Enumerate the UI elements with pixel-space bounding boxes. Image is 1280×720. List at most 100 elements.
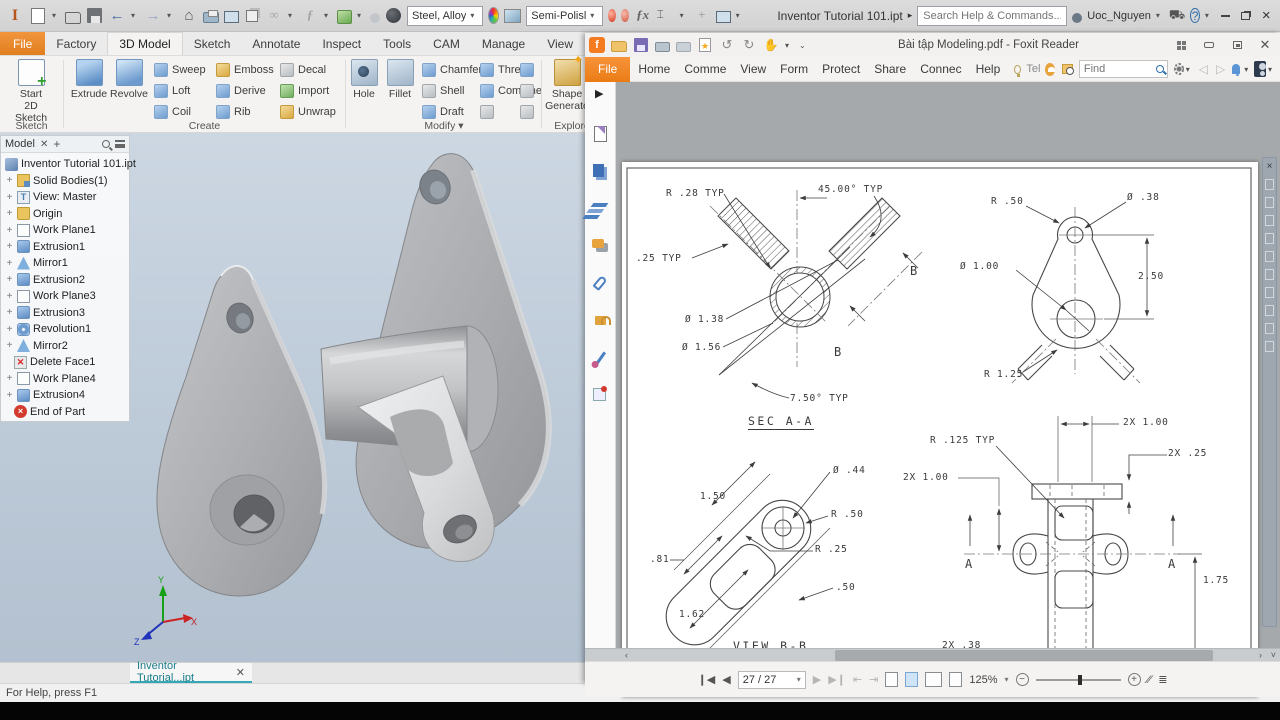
zoom-slider[interactable] [1036,679,1121,681]
more-tools-icon[interactable]: ≣ [1158,673,1167,686]
expander-icon[interactable]: + [5,208,14,219]
expander-icon[interactable]: + [5,390,14,401]
inventor-restore-button[interactable] [1238,7,1253,25]
foxit-menu-comment[interactable]: Comme [678,62,732,76]
tree-item-work-plane1[interactable]: + Work Plane1 [1,222,129,238]
avatar-dropdown[interactable]: ▾ [1268,65,1276,74]
browser-add-tab-icon[interactable]: + [53,137,60,151]
expander-icon[interactable]: + [5,274,14,285]
search-folder-icon[interactable] [1062,64,1073,74]
loft-button[interactable]: Loft [154,81,206,101]
parameters-dropdown[interactable]: ▾ [324,11,332,20]
tab-factory[interactable]: Factory [45,32,107,55]
add-qat-icon[interactable]: + [693,7,711,25]
expander-icon[interactable]: + [5,225,14,236]
foxit-undo-icon[interactable]: ↺ [719,37,735,53]
continuous-view-icon[interactable] [949,672,962,687]
layers-panel-icon[interactable] [591,203,609,207]
nav-back-icon[interactable]: ◁ [1196,62,1211,76]
annotation-tool-icon[interactable] [1265,269,1274,280]
derive-button[interactable]: Derive [216,81,274,101]
prev-page-icon[interactable]: ◀ [722,673,730,686]
shell-button[interactable]: Shell [422,81,482,101]
prev-view-icon[interactable]: ⇤ [853,673,862,686]
foxit-redo-icon[interactable]: ↻ [741,37,757,53]
last-page-icon[interactable]: ▶❙ [828,673,846,686]
extrude-button[interactable]: Extrude [67,59,111,100]
tree-item-delete-face1[interactable]: ✕ Delete Face1 [1,354,129,370]
tree-item-root[interactable]: Inventor Tutorial 101.ipt [1,156,129,172]
save-icon[interactable] [87,8,102,23]
measure-dropdown[interactable]: ▾ [680,11,688,20]
tab-manage[interactable]: Manage [471,32,536,55]
annotation-tool-icon[interactable] [1265,179,1274,190]
pages-panel-icon[interactable] [593,164,604,177]
link-icon[interactable]: ∞ [265,7,283,25]
tree-item-view-master[interactable]: + T View: Master [1,189,129,205]
annotation-tool-icon[interactable] [1265,341,1274,352]
user-dropdown[interactable]: ▾ [1156,11,1164,20]
tree-item-mirror1[interactable]: + Mirror1 [1,255,129,271]
sidebar-expand-icon[interactable]: ▶ [595,87,603,100]
help-dropdown[interactable]: ▾ [1205,11,1213,20]
foxit-logo-icon[interactable]: f [589,37,605,53]
page-box-dropdown[interactable]: ▾ [797,675,801,684]
collaborate-icon[interactable] [370,13,380,23]
expander-icon[interactable]: + [5,307,14,318]
parameters-icon[interactable]: ƒ [301,7,319,25]
measure-tools-icon[interactable]: ⁄⁄ [1148,674,1152,686]
switch-windows-icon[interactable] [716,11,731,23]
find-search-icon[interactable] [1156,65,1164,73]
new-file-dropdown[interactable]: ▾ [52,11,60,20]
store-cart-icon[interactable]: ⛟ [1169,7,1185,25]
print-icon[interactable] [203,12,219,23]
browser-menu-icon[interactable] [115,140,125,148]
document-tab-close-icon[interactable]: ✕ [236,666,245,679]
material-combo[interactable]: Steel, Alloy▾ [407,6,483,26]
zoom-value[interactable]: 125% [969,674,997,686]
expander-icon[interactable]: + [5,373,14,384]
fx-parameters-icon[interactable]: ƒx [634,7,652,25]
single-page-view-icon[interactable] [885,672,898,687]
foxit-layout-button[interactable] [1170,37,1192,53]
chamfer-button[interactable]: Chamfer [422,60,482,80]
bookmarks-panel-icon[interactable] [594,126,607,142]
comments-panel-icon[interactable] [592,239,604,248]
coil-button[interactable]: Coil [154,102,206,122]
foxit-print-icon[interactable] [655,42,670,52]
unwrap-button[interactable]: Unwrap [280,102,336,122]
annotation-tool-icon[interactable] [1265,287,1274,298]
annotation-tool-icon[interactable] [1265,233,1274,244]
user-avatar-icon[interactable] [1072,13,1082,23]
zoom-dropdown[interactable]: ▾ [1004,675,1008,684]
undo-dropdown[interactable]: ▾ [131,11,139,20]
tree-item-extrusion3[interactable]: + Extrusion3 [1,305,129,321]
tree-item-mirror2[interactable]: + Mirror2 [1,338,129,354]
tree-item-extrusion2[interactable]: + Extrusion2 [1,272,129,288]
tell-me-label[interactable]: Tel [1023,63,1043,75]
tab-inspect[interactable]: Inspect [311,32,372,55]
open-icon[interactable] [65,12,81,24]
help-search-input[interactable] [917,6,1067,26]
revolve-button[interactable]: Revolve [107,59,151,100]
browser-tab-model[interactable]: Model [5,138,35,150]
tree-item-work-plane4[interactable]: + Work Plane4 [1,371,129,387]
material-browser-icon[interactable] [386,8,401,23]
horizontal-scrollbar[interactable]: ‹ › ˅ [585,648,1280,661]
find-input[interactable] [1080,63,1156,75]
facing-page-view-icon[interactable] [925,672,942,687]
attachments-panel-icon[interactable] [592,275,607,291]
tree-item-extrusion4[interactable]: + Extrusion4 [1,387,129,403]
foxit-new-doc-icon[interactable]: ★ [699,38,711,52]
fillet-button[interactable]: Fillet [382,59,418,100]
tab-tools[interactable]: Tools [372,32,422,55]
start-2d-sketch-button[interactable]: Start 2D Sketch [9,59,53,124]
foxit-menu-protect[interactable]: Protect [816,62,866,76]
notifications-bell-icon[interactable] [1232,64,1240,74]
foxit-menu-help[interactable]: Help [970,62,1007,76]
thread-extra-button[interactable] [520,60,534,80]
fit-width-view-icon[interactable] [905,672,918,687]
foxit-menu-form[interactable]: Form [774,62,814,76]
tree-item-end-of-part[interactable]: × End of Part [1,404,129,420]
tree-item-extrusion1[interactable]: + Extrusion1 [1,239,129,255]
